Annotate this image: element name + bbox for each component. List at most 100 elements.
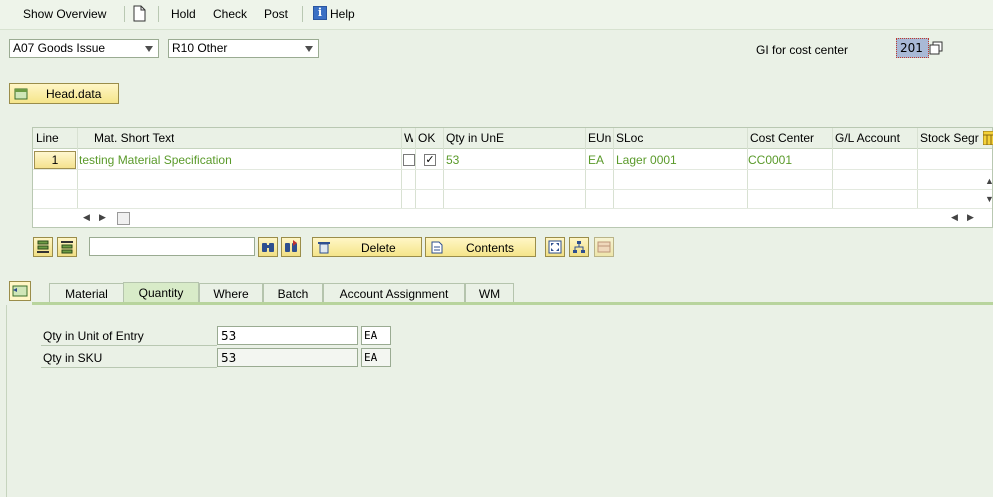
scroll-up-icon[interactable]: ▲	[985, 176, 993, 186]
tab-batch[interactable]: Batch	[263, 283, 323, 303]
column-divider	[415, 128, 416, 208]
sloc-cell[interactable]: Lager 0001	[616, 153, 677, 167]
scrollbar-thumb[interactable]	[117, 212, 130, 225]
tab-wm[interactable]: WM	[465, 283, 514, 303]
application-toolbar: Show Overview Hold Check Post i Help	[0, 0, 993, 30]
col-header-w[interactable]: W	[404, 131, 413, 145]
deselect-all-icon	[61, 241, 73, 254]
tab-label: Batch	[277, 287, 309, 301]
hierarchy-icon	[573, 241, 585, 253]
deselect-all-button[interactable]	[57, 237, 77, 257]
col-header-line[interactable]: Line	[36, 131, 59, 145]
tab-label: WM	[478, 287, 501, 301]
scroll-left-icon[interactable]: ◀	[83, 212, 90, 223]
tab-label: Account Assignment	[339, 287, 449, 301]
qty-sku-label: Qty in SKU	[43, 351, 103, 365]
column-divider	[585, 128, 586, 208]
hierarchy-button[interactable]	[569, 237, 589, 257]
col-header-cost-center[interactable]: Cost Center	[750, 131, 814, 145]
chevron-down-icon	[305, 46, 313, 52]
horizontal-scrollbar[interactable]: ◀ ▶ ◀ ▶	[75, 210, 975, 226]
col-header-eun[interactable]: EUn	[588, 131, 611, 145]
transaction-select[interactable]: A07 Goods Issue	[9, 39, 159, 58]
head-data-button[interactable]: Head.data	[9, 83, 119, 104]
post-button[interactable]: Post	[264, 7, 288, 21]
find-next-button[interactable]	[281, 237, 301, 257]
column-divider	[917, 128, 918, 208]
col-header-material-text[interactable]: Mat. Short Text	[94, 131, 174, 145]
head-data-label: Head.data	[46, 87, 102, 101]
trash-icon	[318, 242, 330, 254]
expand-button[interactable]	[545, 237, 565, 257]
col-header-ok[interactable]: OK	[418, 131, 435, 145]
select-all-button[interactable]	[33, 237, 53, 257]
toolbar-separator	[302, 6, 303, 22]
qty-unit-entry-label: Qty in Unit of Entry	[43, 329, 144, 343]
binoculars-icon	[262, 243, 274, 252]
row-divider	[33, 208, 992, 209]
scroll-down-icon[interactable]: ▼	[985, 194, 993, 204]
find-button[interactable]	[258, 237, 278, 257]
tab-label: Where	[213, 287, 249, 301]
info-icon[interactable]: i	[313, 6, 327, 20]
col-header-qty[interactable]: Qty in UnE	[446, 131, 504, 145]
tab-account-assignment[interactable]: Account Assignment	[323, 283, 465, 303]
help-button[interactable]: Help	[330, 7, 355, 21]
show-overview-button[interactable]: Show Overview	[23, 7, 106, 21]
quantity-panel	[6, 305, 993, 497]
tab-where[interactable]: Where	[199, 283, 263, 303]
layout-button[interactable]	[594, 237, 614, 257]
tab-material[interactable]: Material	[49, 283, 124, 303]
col-header-sloc[interactable]: SLoc	[616, 131, 643, 145]
find-input[interactable]	[89, 237, 255, 256]
row-divider	[33, 189, 992, 190]
check-button[interactable]: Check	[213, 7, 247, 21]
document-icon	[431, 241, 443, 254]
cost-center-cell[interactable]: CC0001	[748, 153, 792, 167]
contents-button[interactable]: Contents	[425, 237, 536, 257]
detail-tabstrip: Material Quantity Where Batch Account As…	[0, 279, 993, 303]
movement-type-field[interactable]: 201	[896, 38, 929, 58]
tab-label: Quantity	[138, 286, 184, 300]
column-settings-icon[interactable]	[983, 131, 993, 145]
qty-unit-entry-unit-field[interactable]: EA	[361, 326, 391, 345]
expand-icon	[548, 240, 562, 254]
qty-unit-entry-field[interactable]: 53	[217, 326, 358, 345]
col-header-stock-segment[interactable]: Stock Segr	[920, 131, 982, 145]
line-number-button[interactable]: 1	[34, 151, 76, 169]
toolbar-separator	[124, 6, 125, 22]
scroll-right-icon[interactable]: ▶	[99, 212, 106, 223]
qty-sku-unit-field: EA	[361, 348, 391, 367]
copy-icon[interactable]	[929, 41, 943, 55]
new-document-icon[interactable]	[133, 5, 146, 22]
delete-button[interactable]: Delete	[312, 237, 422, 257]
column-divider	[401, 128, 402, 208]
w-checkbox[interactable]	[403, 154, 415, 166]
reference-select[interactable]: R10 Other	[168, 39, 319, 58]
column-divider	[613, 128, 614, 208]
tab-quantity[interactable]: Quantity	[123, 282, 199, 303]
material-text-cell[interactable]: testing Material Specification	[79, 153, 232, 167]
column-divider	[443, 128, 444, 208]
qty-cell[interactable]: 53	[446, 153, 459, 167]
hold-button[interactable]: Hold	[171, 7, 196, 21]
qty-sku-field: 53	[217, 348, 358, 367]
movement-type-label: GI for cost center	[756, 43, 849, 57]
tab-label: Material	[65, 287, 108, 301]
header-data-icon	[14, 88, 28, 100]
label-underline	[41, 345, 217, 346]
chevron-down-icon	[145, 46, 153, 52]
scroll-left-icon[interactable]: ◀	[951, 212, 958, 223]
ok-checkbox[interactable]: ✓	[424, 154, 436, 166]
col-header-gl-account[interactable]: G/L Account	[835, 131, 900, 145]
label-underline	[41, 367, 217, 368]
row-divider	[33, 169, 992, 170]
eun-cell[interactable]: EA	[588, 153, 604, 167]
column-divider	[832, 128, 833, 208]
column-divider	[77, 128, 78, 208]
contents-label: Contents	[466, 241, 515, 255]
find-next-icon	[285, 240, 297, 252]
scroll-right-icon[interactable]: ▶	[967, 212, 974, 223]
layout-icon	[597, 241, 611, 253]
select-all-icon	[37, 240, 49, 253]
